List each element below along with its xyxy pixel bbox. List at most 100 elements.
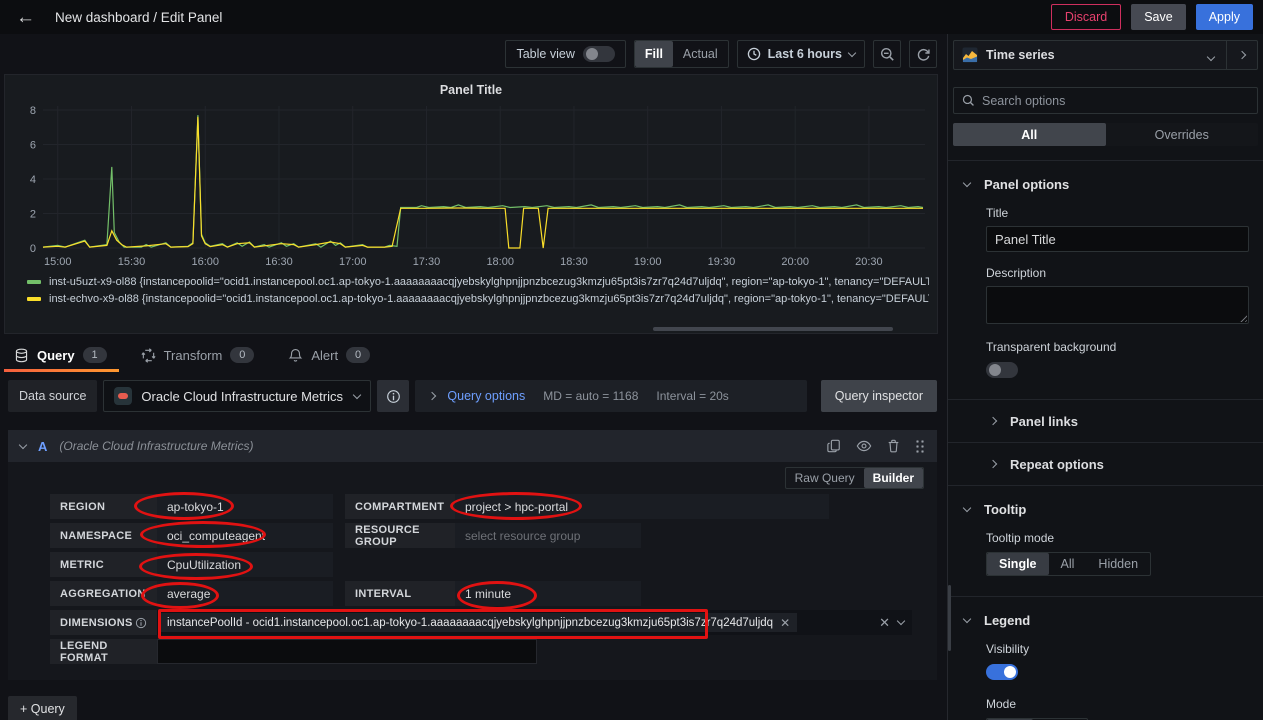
editor-tabs: Query 1 Transform 0 Alert 0 xyxy=(0,334,947,372)
table-view-group: Table view xyxy=(505,40,625,68)
visualization-name: Time series xyxy=(978,48,1196,62)
back-arrow-icon[interactable]: ← xyxy=(10,8,41,27)
hide-query-eye-icon[interactable] xyxy=(856,439,872,453)
chevron-down-icon xyxy=(848,48,856,56)
resource-group-select[interactable]: select resource group xyxy=(455,523,641,548)
legend-item[interactable]: inst-echvo-x9-ol88 {instancepoolid="ocid… xyxy=(27,290,929,307)
refresh-button[interactable] xyxy=(909,40,937,68)
visualization-picker[interactable]: Time series xyxy=(953,40,1258,70)
query-options-strip: Query options MD = auto = 1168 Interval … xyxy=(415,380,806,412)
query-row-header[interactable]: A (Oracle Cloud Infrastructure Metrics) xyxy=(8,430,937,462)
remove-dimension-icon[interactable]: ✕ xyxy=(780,616,790,630)
panel-links-section[interactable]: Panel links xyxy=(948,400,1263,442)
svg-text:18:30: 18:30 xyxy=(560,256,588,268)
tab-alert-count: 0 xyxy=(346,347,370,363)
tab-alert-label: Alert xyxy=(311,348,338,363)
expand-suggestions-button[interactable] xyxy=(1227,41,1257,69)
interval-text: Interval = 20s xyxy=(656,389,728,403)
interval-select[interactable]: 1 minute xyxy=(455,581,641,606)
legend-horizontal-scrollbar[interactable] xyxy=(653,327,893,331)
chevron-down-icon xyxy=(963,179,971,187)
actual-option[interactable]: Actual xyxy=(673,41,728,67)
tooltip-mode-hidden[interactable]: Hidden xyxy=(1086,553,1150,575)
dimensions-select[interactable]: instancePoolId - ocid1.instancepool.oc1.… xyxy=(157,610,912,635)
sidebar-scrollbar[interactable] xyxy=(948,585,951,651)
aggregation-value: average xyxy=(167,587,210,601)
discard-button[interactable]: Discard xyxy=(1051,4,1121,30)
transparent-background-label: Transparent background xyxy=(986,340,1249,354)
repeat-options-section[interactable]: Repeat options xyxy=(948,443,1263,485)
svg-text:17:30: 17:30 xyxy=(413,256,441,268)
raw-query-option[interactable]: Raw Query xyxy=(786,468,864,488)
legend-item[interactable]: inst-u5uzt-x9-ol88 {instancepoolid="ocid… xyxy=(27,273,929,290)
tooltip-section-header[interactable]: Tooltip xyxy=(948,502,1263,517)
panel-options-section-header[interactable]: Panel options xyxy=(948,177,1263,192)
legend-visibility-toggle[interactable] xyxy=(986,664,1018,680)
svg-text:15:30: 15:30 xyxy=(118,256,146,268)
region-select[interactable]: ap-tokyo-1 xyxy=(157,494,333,519)
tab-all[interactable]: All xyxy=(953,123,1106,146)
save-button[interactable]: Save xyxy=(1131,4,1186,30)
add-query-label: + Query xyxy=(20,702,65,716)
chevron-right-icon xyxy=(428,392,436,400)
tab-alert[interactable]: Alert 0 xyxy=(288,338,370,372)
svg-text:16:00: 16:00 xyxy=(191,256,219,268)
description-textarea[interactable] xyxy=(986,286,1249,324)
fill-option[interactable]: Fill xyxy=(635,41,673,67)
legend-mode-label: Mode xyxy=(986,697,1249,711)
drag-handle-icon[interactable] xyxy=(915,439,925,453)
timeseries-chart[interactable]: 0246815:0015:3016:0016:3017:0017:3018:00… xyxy=(13,102,928,270)
tab-overrides[interactable]: Overrides xyxy=(1106,123,1259,146)
query-row-actions xyxy=(827,439,925,453)
tooltip-mode-single[interactable]: Single xyxy=(987,553,1049,575)
tab-transform[interactable]: Transform 0 xyxy=(141,338,255,372)
chart-legend: inst-u5uzt-x9-ol88 {instancepoolid="ocid… xyxy=(13,270,929,307)
oci-datasource-icon xyxy=(114,387,132,405)
panel-links-heading: Panel links xyxy=(1010,414,1078,429)
chevron-down-icon xyxy=(897,617,905,625)
transparent-background-toggle[interactable] xyxy=(986,362,1018,378)
collapse-chevron-icon[interactable] xyxy=(19,440,27,448)
legend-section-header[interactable]: Legend xyxy=(948,613,1263,628)
namespace-select[interactable]: oci_computeagent xyxy=(157,523,333,548)
legend-format-input[interactable] xyxy=(157,639,537,664)
datasource-help-button[interactable] xyxy=(377,380,409,412)
tooltip-mode-group: Single All Hidden xyxy=(986,552,1151,576)
top-bar: ← New dashboard / Edit Panel Discard Sav… xyxy=(0,0,1263,34)
refresh-icon xyxy=(916,47,931,62)
tooltip-mode-all[interactable]: All xyxy=(1049,553,1087,575)
svg-text:20:00: 20:00 xyxy=(781,256,809,268)
edit-area: Table view Fill Actual Last 6 hours xyxy=(0,34,947,720)
aggregation-select[interactable]: average xyxy=(157,581,333,606)
builder-option[interactable]: Builder xyxy=(864,468,923,488)
datasource-row: Data source Oracle Cloud Infrastructure … xyxy=(8,380,937,412)
legend-swatch xyxy=(27,297,41,301)
timeseries-viz-icon xyxy=(962,47,978,63)
metric-value: CpuUtilization xyxy=(167,558,241,572)
delete-query-trash-icon[interactable] xyxy=(887,439,900,453)
duplicate-query-icon[interactable] xyxy=(827,439,841,453)
compartment-select[interactable]: project > hpc-portal xyxy=(455,494,829,519)
zoom-out-button[interactable] xyxy=(873,40,901,68)
svg-text:19:00: 19:00 xyxy=(634,256,662,268)
time-range-picker[interactable]: Last 6 hours xyxy=(737,40,865,68)
datasource-select[interactable]: Oracle Cloud Infrastructure Metrics xyxy=(103,380,371,412)
add-query-button[interactable]: + Query xyxy=(8,696,77,720)
datasource-value: Oracle Cloud Infrastructure Metrics xyxy=(141,389,345,404)
tab-query[interactable]: Query 1 xyxy=(14,338,107,372)
svg-text:0: 0 xyxy=(30,243,36,255)
chevron-right-icon xyxy=(989,460,997,468)
query-datasource-hint: (Oracle Cloud Infrastructure Metrics) xyxy=(59,439,815,453)
query-inspector-button[interactable]: Query inspector xyxy=(821,380,937,412)
metric-select[interactable]: CpuUtilization xyxy=(157,552,333,577)
query-options-toggle[interactable]: Query options xyxy=(447,389,525,403)
clear-dimensions-icon[interactable]: ✕ xyxy=(879,615,890,631)
panel-title-input[interactable] xyxy=(986,226,1249,252)
table-view-toggle[interactable] xyxy=(583,46,615,62)
apply-button[interactable]: Apply xyxy=(1196,4,1253,30)
raw-query-builder-group: Raw Query Builder xyxy=(785,467,924,489)
dimension-chip[interactable]: instancePoolId - ocid1.instancepool.oc1.… xyxy=(160,613,797,632)
options-search[interactable] xyxy=(953,87,1258,114)
search-options-input[interactable] xyxy=(982,94,1249,108)
table-view-label: Table view xyxy=(516,47,574,61)
